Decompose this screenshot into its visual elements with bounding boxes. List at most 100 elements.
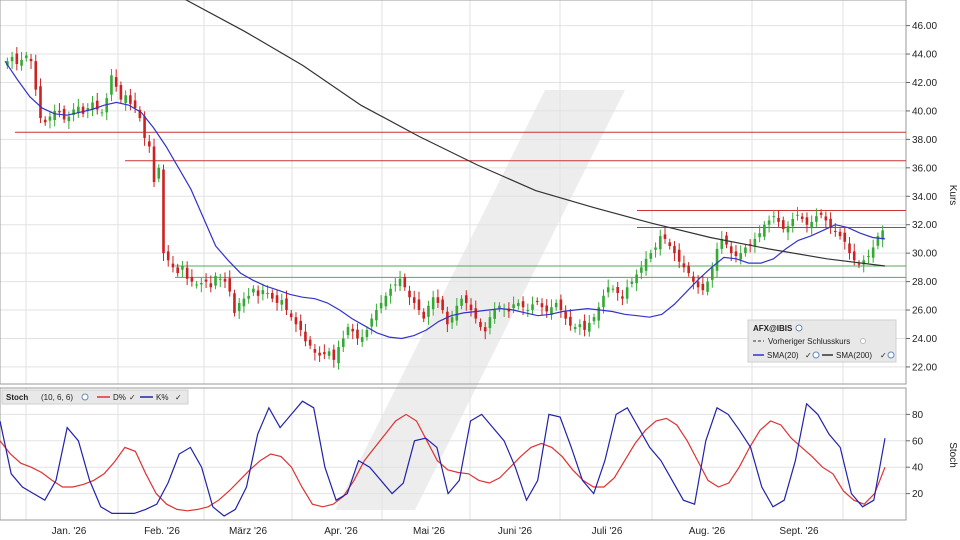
candle-body — [772, 216, 776, 218]
stoch-axis: 20 40 60 80 — [906, 410, 924, 500]
x-tick-label: Mai '26 — [413, 526, 445, 537]
candle-body — [739, 253, 742, 260]
candle-body — [838, 231, 842, 237]
candle-body — [715, 248, 719, 271]
x-tick-label: Jan. '26 — [52, 526, 87, 537]
candle-body — [540, 303, 544, 308]
stoch-legend: Stoch (10, 6, 6) D% ✓ K% ✓ — [1, 389, 189, 405]
candle-body — [711, 267, 714, 280]
moving-averages — [4, 0, 886, 340]
x-tick-label: Sept. '26 — [779, 526, 819, 537]
legend-sma200-check-icon[interactable]: ✓ — [880, 351, 887, 360]
stoch-k-label: K% — [156, 393, 168, 402]
candle-body — [573, 327, 577, 330]
candle-body — [687, 265, 690, 274]
candle-body — [337, 347, 340, 364]
stoch-tick-label: 40 — [912, 463, 924, 474]
candle-body — [777, 217, 780, 222]
x-tick-label: Apr. '26 — [324, 526, 358, 537]
stoch-settings-icon[interactable] — [81, 393, 89, 401]
candle-body — [805, 217, 809, 225]
price-tick-label: 34.00 — [912, 192, 937, 203]
x-tick-label: Juni '26 — [498, 526, 533, 537]
price-tick-label: 42.00 — [912, 78, 937, 89]
price-tick-label: 30.00 — [912, 249, 937, 260]
price-tick-label: 32.00 — [912, 220, 937, 231]
legend-sma20-settings-icon[interactable] — [812, 351, 820, 359]
candle-body — [554, 302, 558, 308]
price-legend: AFX@IBIS Vorheriger Schlusskurs SMA(20) … — [747, 319, 897, 363]
x-tick-label: Feb. '26 — [144, 526, 180, 537]
stoch-d-label: D% — [113, 393, 126, 402]
candle-body — [701, 283, 705, 291]
candle-body — [100, 112, 104, 114]
x-tick-label: Juli '26 — [592, 526, 623, 537]
legend-prev-close-label: Vorheriger Schlusskurs — [768, 337, 850, 346]
candle-body — [417, 299, 421, 311]
candle-body — [256, 290, 260, 296]
candle-body — [488, 317, 492, 328]
candle-body — [625, 287, 629, 299]
candle-body — [195, 284, 198, 286]
legend-prev-close-toggle-icon[interactable] — [860, 338, 866, 344]
candle-body — [758, 233, 761, 238]
candle-body — [252, 288, 255, 293]
candle-body — [308, 339, 312, 346]
candle-body — [635, 274, 638, 284]
candle-body — [744, 247, 747, 254]
candle-body — [649, 253, 653, 259]
candle-body — [394, 284, 397, 286]
candle-body — [351, 328, 355, 332]
candle-body — [592, 317, 596, 322]
candle-body — [427, 305, 430, 317]
candle-body — [545, 305, 549, 312]
candle-body — [692, 276, 695, 282]
candle-body — [483, 327, 487, 332]
candle-body — [24, 55, 28, 59]
price-axis: 22.00 24.00 26.00 28.00 30.00 32.00 34.00 36.00… — [906, 21, 937, 373]
candle-body — [658, 236, 662, 250]
stoch-d-check-icon[interactable]: ✓ — [129, 393, 136, 402]
x-axis: Jan. '26 Feb. '26 März '26 Apr. '26 Mai '26 J… — [52, 526, 819, 537]
legend-symbol-settings-icon[interactable] — [795, 324, 803, 332]
candle-body — [535, 300, 539, 302]
price-tick-label: 26.00 — [912, 306, 937, 317]
candle-body — [185, 267, 189, 279]
candle-body — [493, 310, 496, 319]
price-tick-label: 28.00 — [912, 277, 937, 288]
candle-body — [318, 352, 321, 356]
candle-body — [460, 298, 463, 306]
candle-body — [436, 297, 440, 303]
watermark-slash — [335, 90, 625, 510]
candle-body — [706, 281, 709, 292]
candle-body — [781, 220, 785, 229]
stoch-k-check-icon[interactable]: ✓ — [175, 393, 182, 402]
legend-sma20-label: SMA(20) — [767, 351, 799, 360]
x-tick-label: Aug. '26 — [689, 526, 726, 537]
candle-body — [611, 288, 615, 290]
price-tick-label: 36.00 — [912, 163, 937, 174]
candle-body — [176, 267, 179, 274]
candle-body — [474, 308, 478, 319]
candle-body — [356, 329, 359, 339]
stoch-tick-label: 60 — [912, 436, 924, 447]
candle-body — [129, 95, 132, 104]
candle-body — [223, 278, 227, 282]
legend-sma200-settings-icon[interactable] — [887, 351, 895, 359]
candle-body — [871, 247, 875, 258]
candle-body — [360, 337, 364, 342]
candle-body — [564, 311, 567, 319]
candle-body — [791, 219, 795, 227]
candle-body — [48, 116, 52, 121]
candle-body — [455, 305, 459, 321]
candle-body — [266, 292, 269, 294]
candle-body — [275, 295, 279, 303]
candle-body — [119, 85, 123, 100]
candle-body — [469, 304, 473, 311]
candle-body — [53, 110, 56, 121]
candle-body — [233, 293, 236, 313]
candle-body — [209, 283, 213, 288]
candle-body — [677, 249, 681, 262]
legend-sma20-check-icon[interactable]: ✓ — [805, 351, 812, 360]
candle-body — [190, 277, 194, 282]
